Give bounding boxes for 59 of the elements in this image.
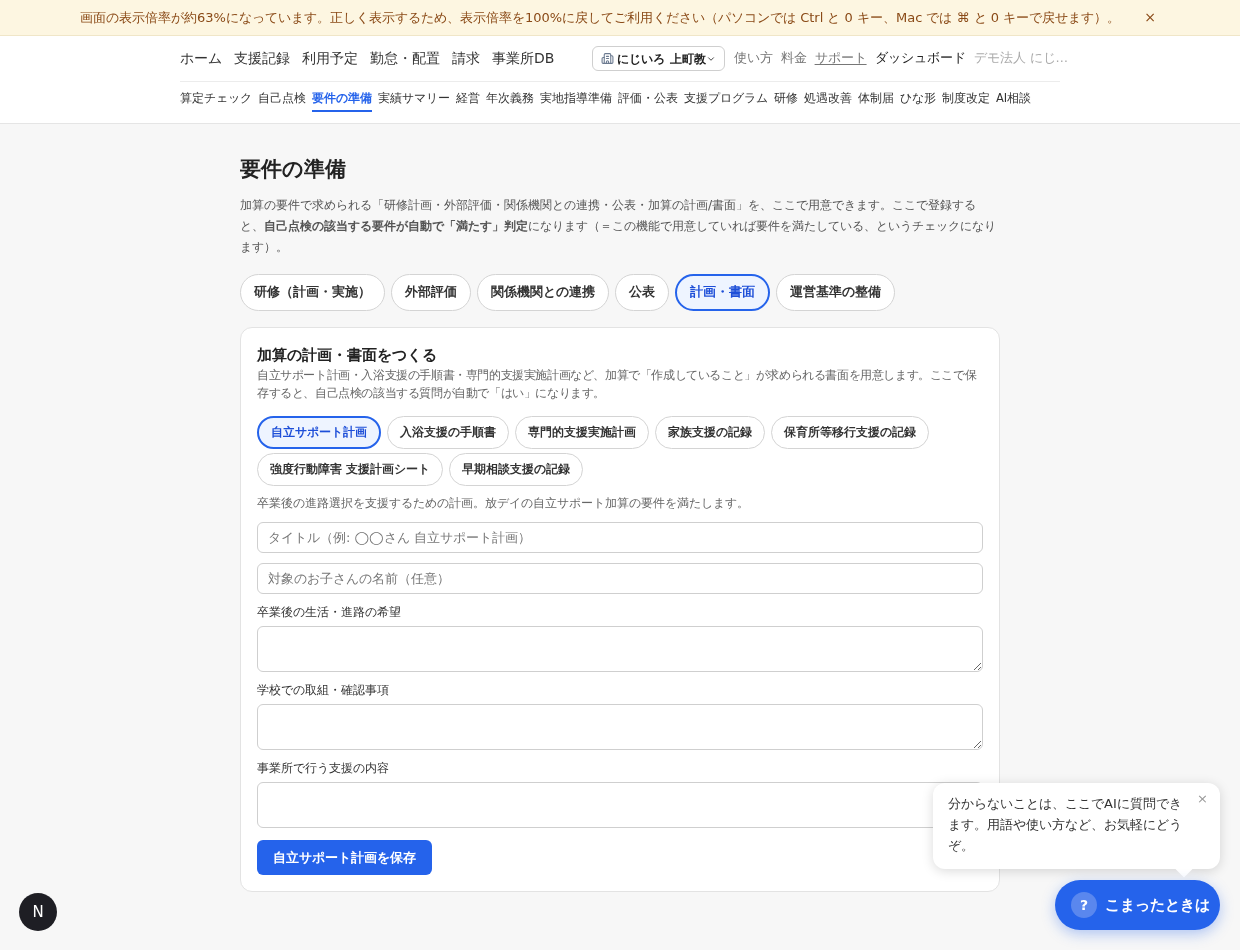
sub-nav-tab[interactable]: 制度改定 — [942, 88, 990, 112]
sub-nav-tab[interactable]: 処遇改善 — [804, 88, 852, 112]
sub-nav-tab[interactable]: 体制届 — [858, 88, 894, 112]
page-description: 加算の要件で求められる「研修計画・外部評価・関係機関との連携・公表・加算の計画/書面」を、ここで用意できます。ここで登録すると、自己点検の該当する要件が自動で「満たす」判定になります（＝この機能で用意していれば要件を満たしている、というチェックになります）。 — [240, 196, 997, 256]
document-help-text: 卒業後の進路選択を支援するための計画。放デイの自立サポート加算の要件を満たします。 — [257, 495, 750, 512]
sub-nav-tab[interactable]: AI相談 — [996, 88, 1032, 112]
save-button[interactable]: 自立サポート計画を保存 — [257, 840, 432, 875]
help-message: 分からないことは、ここでAIに質問できます。用語や使い方など、お気軽にどうぞ。 — [948, 795, 1183, 855]
sub-nav-tab[interactable]: 算定チェック — [180, 88, 252, 112]
document-type-chip[interactable]: 入浴支援の手順書 — [387, 416, 509, 449]
field-label: 事業所で行う支援の内容 — [257, 760, 390, 777]
field-label: 卒業後の生活・進路の希望 — [257, 604, 402, 621]
sub-nav-tab[interactable]: 自己点検 — [258, 88, 306, 112]
header-link[interactable]: 料金 — [780, 49, 807, 68]
sub-nav-tab[interactable]: 経営 — [456, 88, 480, 112]
document-type-chip[interactable]: 保育所等移行支援の記録 — [771, 416, 929, 449]
sub-nav-tab[interactable]: 支援プログラム — [684, 88, 768, 112]
help-button[interactable]: ? こまったときは — [1055, 880, 1220, 930]
close-button[interactable]: × — [1140, 7, 1160, 28]
header-link[interactable]: 使い方 — [733, 49, 773, 68]
section-tab[interactable]: 外部評価 — [391, 274, 471, 311]
section-tab[interactable]: 計画・書面 — [675, 274, 770, 311]
question-icon: ? — [1071, 892, 1097, 918]
dev-tools-badge[interactable]: N — [19, 893, 57, 931]
office-select[interactable]: にじいろ 上町教 — [592, 46, 725, 71]
text-input-field[interactable]: タイトル（例: ◯◯さん 自立サポート計画） — [257, 522, 983, 553]
field-label: 学校での取組・確認事項 — [257, 682, 390, 699]
building-icon — [601, 52, 615, 65]
sub-nav-tab[interactable]: 年次義務 — [486, 88, 534, 112]
sub-nav-tab[interactable]: 要件の準備 — [312, 88, 372, 112]
sub-nav-tab[interactable]: 評価・公表 — [618, 88, 678, 112]
main-nav-link[interactable]: 請求 — [452, 48, 480, 69]
document-type-chip[interactable]: 早期相談支援の記録 — [449, 453, 583, 486]
sub-nav-tab[interactable]: 実績サマリー — [378, 88, 450, 112]
section-tab[interactable]: 関係機関との連携 — [477, 274, 609, 311]
main-nav-link[interactable]: 勤怠・配置 — [370, 48, 440, 69]
main-nav-link[interactable]: 事業所DB — [492, 48, 555, 69]
card-title: 加算の計画・書面をつくる — [257, 346, 438, 365]
sub-nav-tab[interactable]: 研修 — [774, 88, 798, 112]
textarea-field[interactable] — [257, 704, 983, 750]
main-nav-link[interactable]: ホーム — [180, 48, 222, 69]
section-tab[interactable]: 研修（計画・実施） — [240, 274, 385, 311]
banner-message: 画面の表示倍率が約63%になっています。正しく表示するため、表示倍率を100%に戻してご利用ください（パソコンでは Ctrl と 0 キー、Mac では ⌘ と 0 キーで戻せます）。 — [80, 8, 1121, 27]
sub-nav-tab[interactable]: ひな形 — [900, 88, 936, 112]
textarea-field[interactable] — [257, 626, 983, 672]
document-type-chip[interactable]: 専門的支援実施計画 — [515, 416, 649, 449]
text-input-field[interactable]: 対象のお子さんの名前（任意） — [257, 563, 983, 594]
section-tab[interactable]: 公表 — [615, 274, 669, 311]
header-link[interactable]: サポート — [814, 49, 867, 68]
page-title: 要件の準備 — [240, 156, 347, 183]
header-link[interactable]: ダッシュボード — [874, 49, 966, 68]
main-nav-link[interactable]: 利用予定 — [302, 48, 358, 69]
card-description: 自立サポート計画・入浴支援の手順書・専門的支援実施計画など、加算で「作成していること」が求められる書面を用意します。ここで保存すると、自己点検の該当する質問が自動で「はい」になります。 — [257, 367, 978, 402]
document-type-chip[interactable]: 自立サポート計画 — [257, 416, 381, 449]
document-type-chip[interactable]: 強度行動障害 支援計画シート — [257, 453, 443, 486]
section-tab[interactable]: 運営基準の整備 — [776, 274, 895, 311]
main-nav-link[interactable]: 支援記録 — [234, 48, 290, 69]
sub-nav-tab[interactable]: 実地指導準備 — [540, 88, 612, 112]
document-type-chip[interactable]: 家族支援の記録 — [655, 416, 765, 449]
